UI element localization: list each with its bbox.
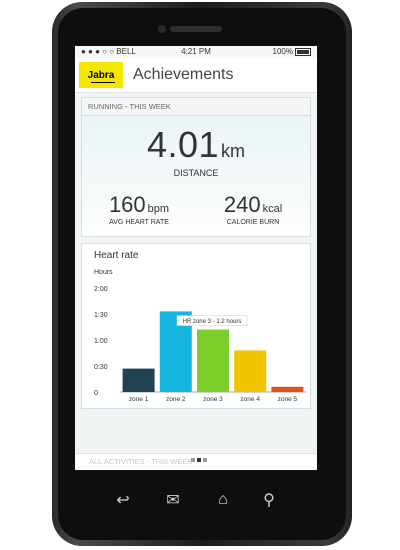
x-tick-label: zone 3: [203, 396, 223, 403]
footer-bar[interactable]: ALL ACTIVITIES - THIS WEEK: [75, 453, 317, 470]
search-icon[interactable]: ⚲: [254, 486, 284, 514]
y-axis-label: Hours: [94, 269, 113, 276]
hardware-nav-bar: ↩ ✉ ⌂ ⚲: [100, 486, 300, 514]
distance-value: 4.01 km: [146, 124, 246, 165]
page-title: Achievements: [133, 66, 234, 83]
bar-zone-3: [197, 329, 229, 392]
back-icon[interactable]: ↩: [108, 486, 138, 514]
mail-icon[interactable]: ✉: [158, 486, 188, 514]
battery-icon: [295, 47, 311, 56]
status-bar: ● ● ● ○ ○ BELL 4:21 PM 100%: [75, 46, 317, 58]
y-tick-label: 2:00: [94, 286, 108, 293]
screen: ● ● ● ○ ○ BELL 4:21 PM 100% Jabra Achiev…: [75, 46, 317, 470]
speaker-grille: [158, 25, 222, 33]
metrics-row: 160 bpm AVG HEART RATE 240 kcal CALORIE BU…: [82, 192, 310, 236]
bar-zone-5: [271, 386, 304, 392]
page-dot[interactable]: [203, 458, 207, 462]
x-tick-label: zone 2: [166, 396, 186, 403]
footer-label: ALL ACTIVITIES - THIS WEEK: [89, 457, 193, 466]
heart-rate-metric: 160 bpm AVG HEART RATE: [108, 192, 170, 226]
battery-indicator: 100%: [273, 46, 311, 58]
page-dot-active[interactable]: [197, 458, 201, 462]
page-dot[interactable]: [191, 458, 195, 462]
x-tick-label: zone 5: [278, 396, 298, 403]
annotation-label: HR zone 3 - 1.2 hours: [183, 319, 242, 325]
x-tick-label: zone 1: [129, 396, 149, 403]
y-tick-label: 1:00: [94, 338, 108, 345]
bar-zone-1: [122, 368, 155, 392]
bar-zone-4: [234, 350, 267, 392]
y-tick-label: 1:30: [94, 312, 108, 319]
y-tick-label: 0:30: [94, 364, 108, 371]
heart-rate-chart-card: Heart rate Hours 0 0:30 1:00 1:30 2:00 zone 1z…: [81, 243, 311, 409]
y-tick-label: 0: [94, 390, 98, 397]
x-tick-label: zone 4: [240, 396, 260, 403]
summary-header: RUNNING - THIS WEEK: [82, 98, 310, 116]
jabra-logo[interactable]: Jabra: [79, 62, 123, 88]
summary-card: RUNNING - THIS WEEK 4.01 km DISTANCE 160 b…: [81, 97, 311, 237]
home-icon[interactable]: ⌂: [208, 486, 238, 514]
page-indicator: [191, 458, 207, 462]
app-bar: Jabra Achievements: [75, 58, 317, 93]
calorie-metric: 240 kcal CALORIE BURN: [223, 192, 283, 226]
heart-rate-chart: Hours 0 0:30 1:00 1:30 2:00 zone 1 zone 2 zone 3…: [94, 269, 306, 403]
distance-label: DISTANCE: [173, 168, 219, 178]
